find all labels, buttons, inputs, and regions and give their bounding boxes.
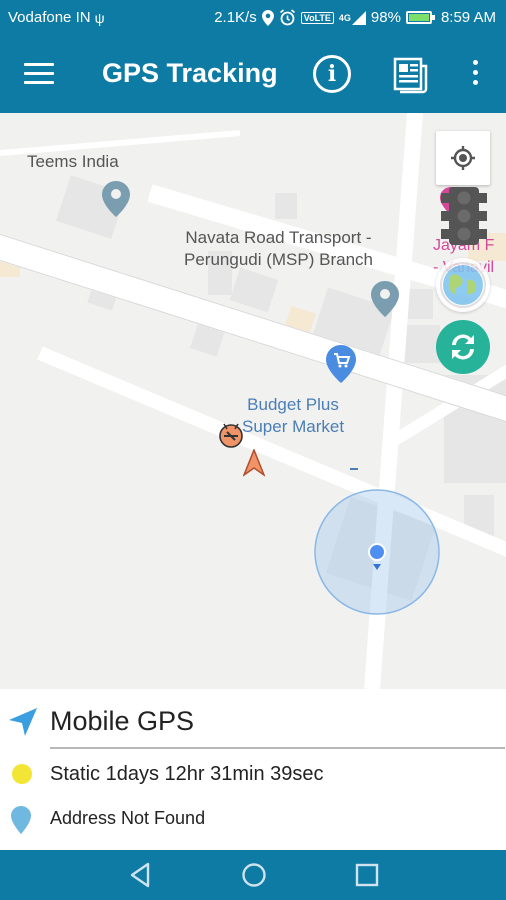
place-pin-icon[interactable] xyxy=(371,281,399,322)
shopping-cart-pin-icon[interactable] xyxy=(326,345,356,388)
refresh-icon[interactable] xyxy=(436,320,490,374)
app-title: GPS Tracking xyxy=(102,58,278,88)
volte-icon: VoLTE xyxy=(300,11,334,24)
usb-icon: ψ xyxy=(94,9,105,26)
recents-icon[interactable] xyxy=(352,860,382,890)
navigation-bar xyxy=(0,850,506,900)
battery-percent: 98% xyxy=(370,9,401,26)
carrier-group: Vodafone IN ψ xyxy=(8,9,105,26)
heading-arrow-icon xyxy=(242,447,266,482)
status-row: Static 1days 12hr 31min 39sec xyxy=(0,759,506,791)
my-location-icon[interactable] xyxy=(436,131,490,185)
place-pin-icon[interactable] xyxy=(102,181,130,222)
map-label-navata: Navata Road Transport - Perungudi (MSP) … xyxy=(184,228,373,269)
status-right-group: 2.1K/s VoLTE 4G 98% 8:59 AM xyxy=(214,9,496,26)
globe-icon[interactable] xyxy=(436,258,490,312)
info-icon[interactable]: i xyxy=(313,55,351,93)
network-speed: 2.1K/s xyxy=(214,9,257,26)
address-row: Address Not Found xyxy=(0,803,506,835)
battery-icon xyxy=(405,11,435,24)
panel-divider xyxy=(50,747,505,749)
app-bar: GPS Tracking i xyxy=(0,36,506,113)
alarm-icon xyxy=(279,9,296,26)
address-pin-icon xyxy=(11,806,31,839)
clock: 8:59 AM xyxy=(440,9,496,26)
carrier-name: Vodafone IN xyxy=(8,9,91,26)
status-dot-icon xyxy=(12,764,32,784)
vehicle-marker-icon[interactable] xyxy=(218,418,246,455)
back-icon[interactable] xyxy=(126,860,156,890)
navigation-arrow-icon xyxy=(8,707,38,742)
info-icon-letter: i xyxy=(327,61,337,87)
menu-icon[interactable] xyxy=(24,63,54,87)
device-title-row: Mobile GPS xyxy=(0,689,506,749)
more-vert-icon[interactable] xyxy=(467,60,483,90)
signal-icon: 4G xyxy=(338,10,366,25)
address-text: Address Not Found xyxy=(50,808,206,828)
status-text: Static 1days 12hr 31min 39sec xyxy=(50,763,324,785)
map-view[interactable]: Teems India Navata Road Transport - Peru… xyxy=(0,113,506,689)
home-icon[interactable] xyxy=(239,860,269,890)
report-icon[interactable] xyxy=(392,56,430,94)
traffic-icon[interactable] xyxy=(441,187,487,250)
map-label-budget-plus: Budget Plus Super Market xyxy=(242,395,345,436)
map-label-teems-india: Teems India xyxy=(27,152,119,171)
location-icon xyxy=(261,9,274,26)
status-bar: Vodafone IN ψ 2.1K/s VoLTE 4G 98% 8:59 A… xyxy=(0,0,506,36)
info-panel: Mobile GPS Static 1days 12hr 31min 39sec… xyxy=(0,689,506,850)
battery-level xyxy=(408,14,429,21)
device-name: Mobile GPS xyxy=(50,706,195,736)
network-type: 4G xyxy=(338,12,351,23)
current-location-dot-icon xyxy=(367,542,387,577)
